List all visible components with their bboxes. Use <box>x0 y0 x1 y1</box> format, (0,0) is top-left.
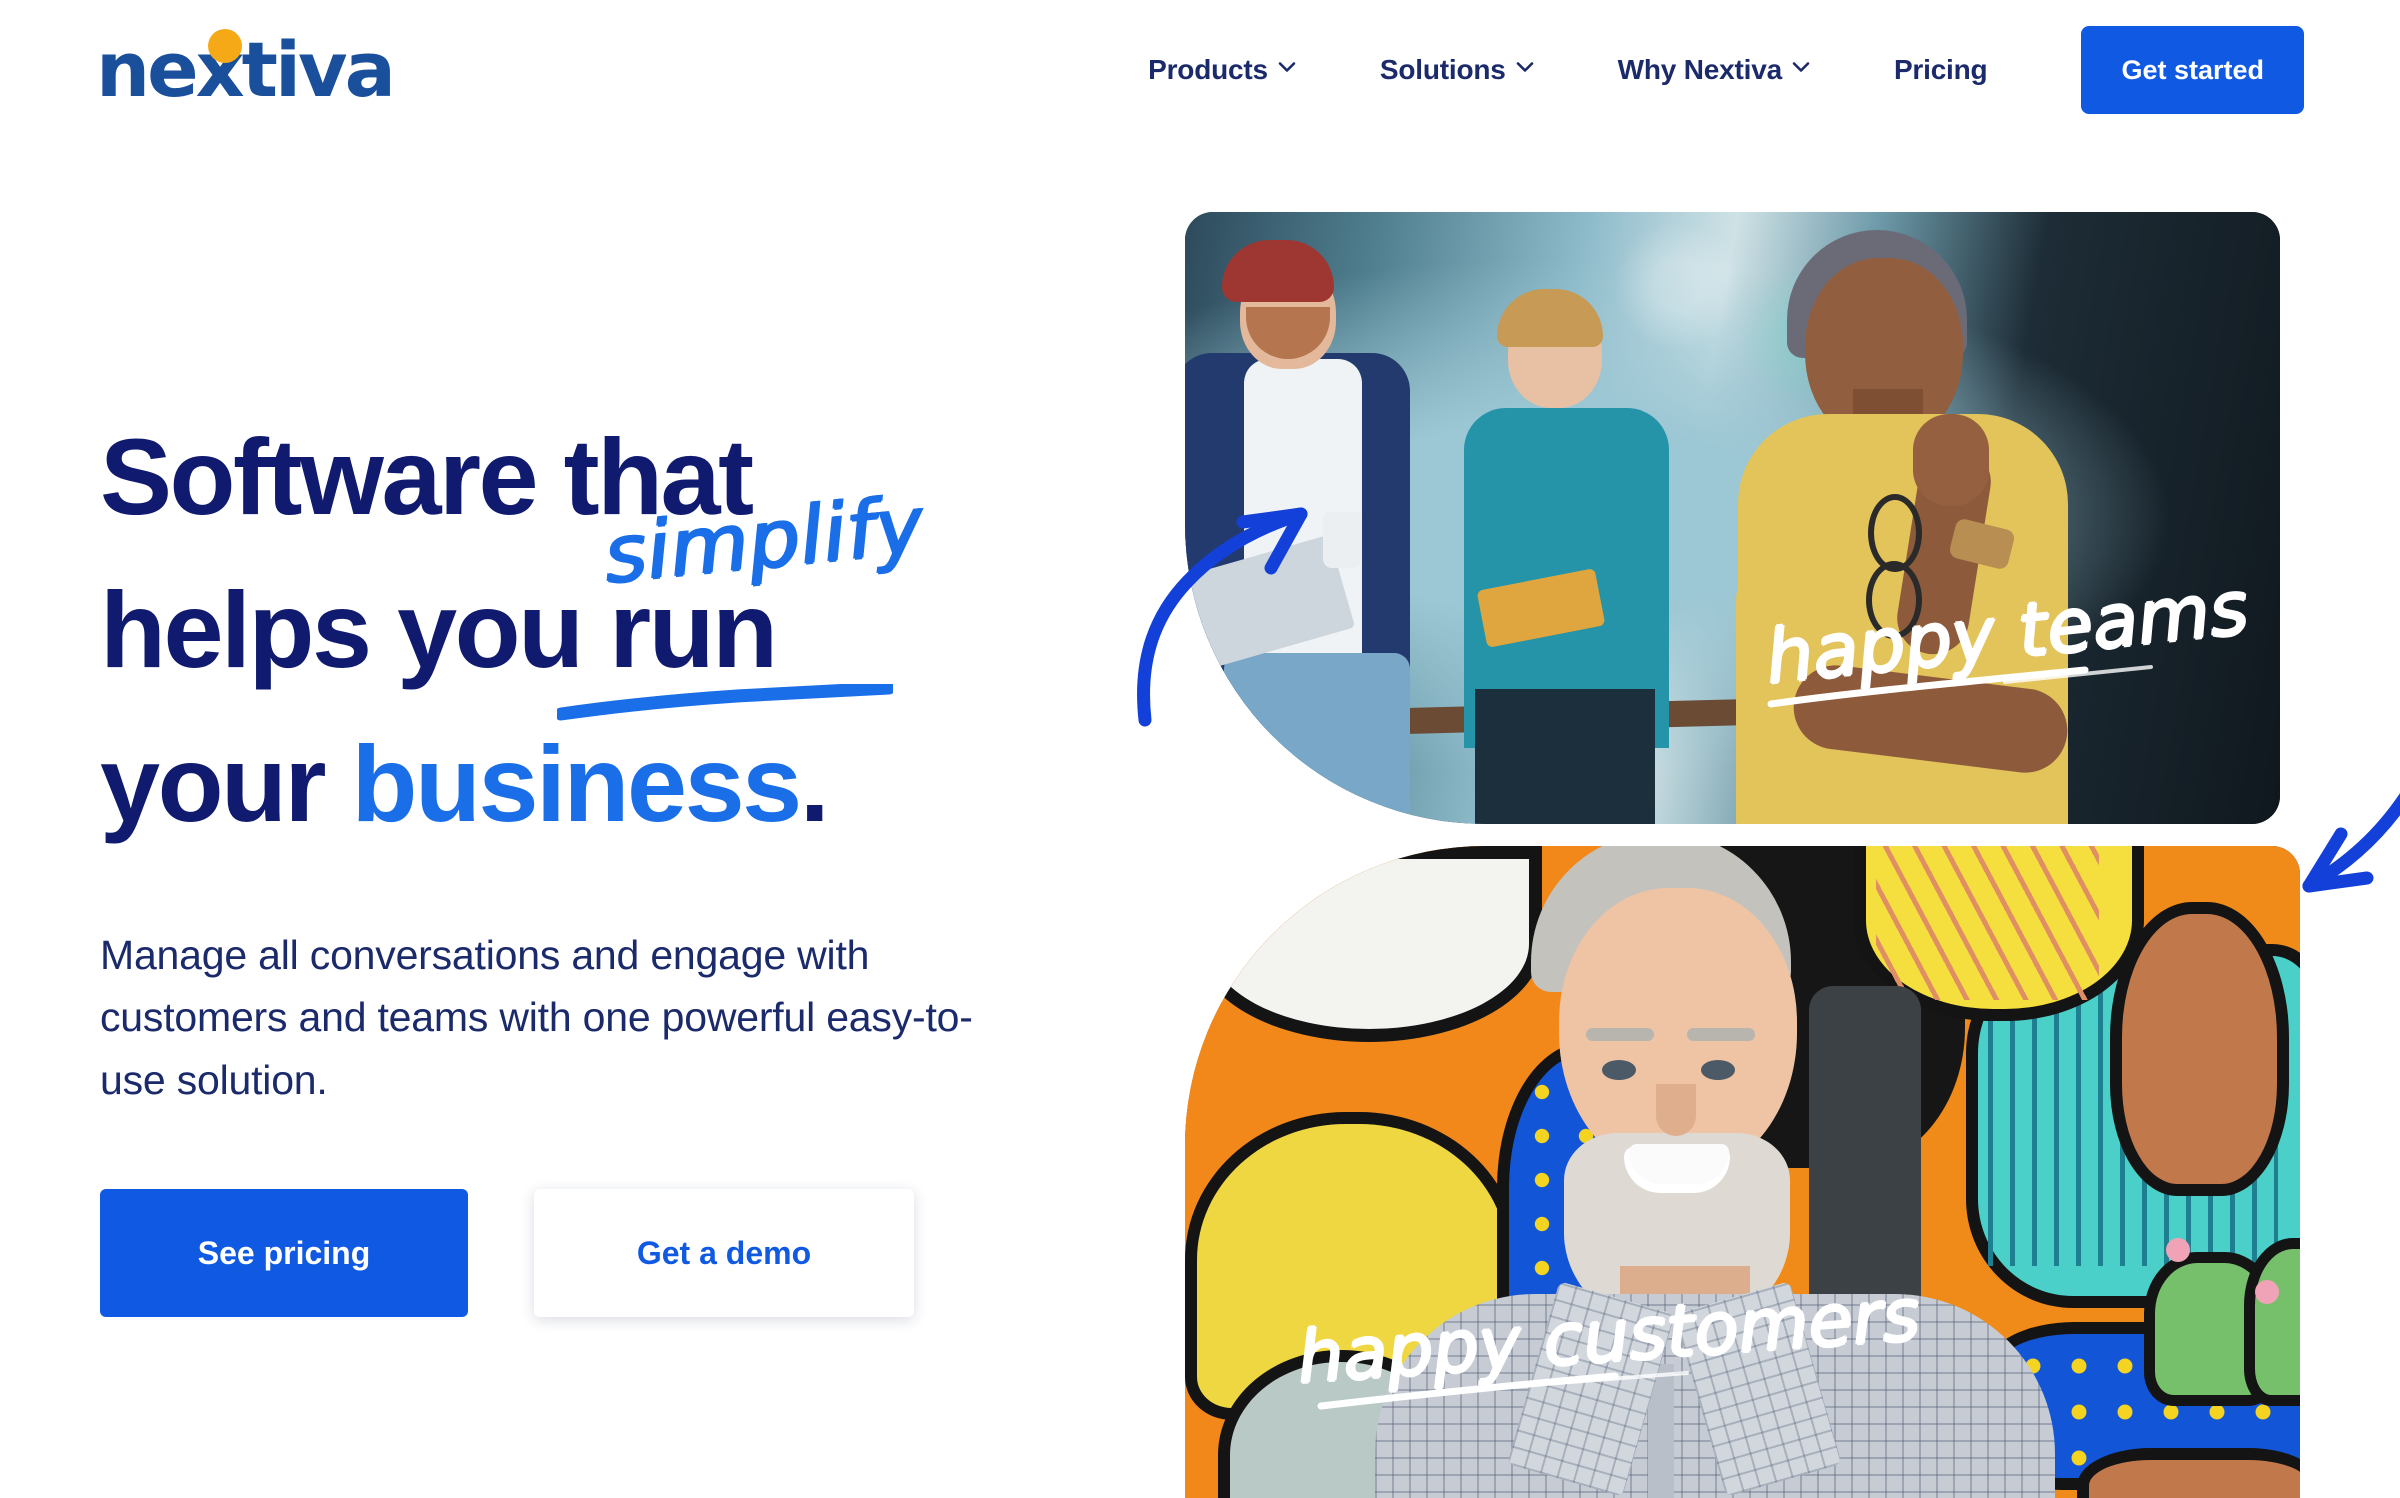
headline-accent-word: business <box>351 722 803 844</box>
mural-brown-lower <box>2077 1448 2300 1498</box>
hero-page: nextiva Products Solutions Why Nextiva P… <box>0 0 2400 1498</box>
chevron-down-icon <box>1516 58 1534 76</box>
person-yellow-hand <box>1913 413 1990 506</box>
nav-item-why-nextiva[interactable]: Why Nextiva <box>1576 54 1852 86</box>
nextiva-logo[interactable]: nextiva <box>96 25 396 115</box>
hero-imagery: happy teams happy customers <box>1137 0 2400 1498</box>
nav-item-solutions[interactable]: Solutions <box>1338 54 1576 86</box>
hero-subheading: Manage all conversations and engage with… <box>100 932 973 1103</box>
chevron-down-icon <box>1278 58 1296 76</box>
hero-content: Software that helps you run simplify you… <box>100 400 1130 1318</box>
mural-cloud-shape <box>1196 846 1542 1042</box>
man-eye-left <box>1602 1059 1636 1080</box>
man-eye-right <box>1701 1059 1736 1080</box>
logo-wordmark: nextiva <box>96 25 396 114</box>
nav-item-label: Products <box>1148 54 1268 85</box>
nav-item-label: Solutions <box>1379 54 1506 85</box>
person-blond-pants <box>1475 689 1656 824</box>
man-eyebrow-left <box>1586 1028 1655 1041</box>
man-eyebrow-right <box>1686 1028 1755 1041</box>
headline-line-2: helps you run simplify <box>100 478 1130 721</box>
hero-photo-happy-customers: happy customers <box>1185 846 2300 1498</box>
nav-item-label: Why Nextiva <box>1617 54 1782 85</box>
headline-line-3: your business. <box>100 707 1130 860</box>
get-a-demo-button[interactable]: Get a demo <box>534 1189 914 1318</box>
mural-brown-shape <box>2110 902 2289 1196</box>
nav-item-pricing[interactable]: Pricing <box>1852 54 2030 86</box>
headline-line-2-prefix: helps you <box>100 569 610 691</box>
coffee-cup <box>1322 511 1361 568</box>
get-started-button[interactable]: Get started <box>2081 26 2304 114</box>
hero-photo-happy-teams: happy teams <box>1185 212 2280 824</box>
mural-hatch-pattern <box>1876 846 2100 1000</box>
man-teeth <box>1628 1144 1729 1185</box>
see-pricing-button[interactable]: See pricing <box>100 1189 468 1318</box>
page-title: Software that helps you run simplify you… <box>100 400 1130 860</box>
headline-period: . <box>799 722 830 844</box>
mural-pink-dot-1 <box>2166 1238 2191 1262</box>
site-header: nextiva Products Solutions Why Nextiva P… <box>0 0 2400 140</box>
man-nose <box>1655 1084 1696 1136</box>
main-navigation: Products Solutions Why Nextiva Pricing G… <box>1106 26 2400 114</box>
eyeglasses-lens-top-icon <box>1868 493 1923 572</box>
headline-line-3-prefix: your <box>100 722 352 844</box>
hero-cta-row: See pricing Get a demo <box>100 1189 1130 1318</box>
nav-item-label: Pricing <box>1893 54 1988 85</box>
logo-dot-icon <box>208 29 242 63</box>
person-beanie-jeans <box>1224 652 1411 824</box>
nav-item-products[interactable]: Products <box>1106 54 1338 86</box>
chevron-down-icon <box>1792 58 1810 76</box>
